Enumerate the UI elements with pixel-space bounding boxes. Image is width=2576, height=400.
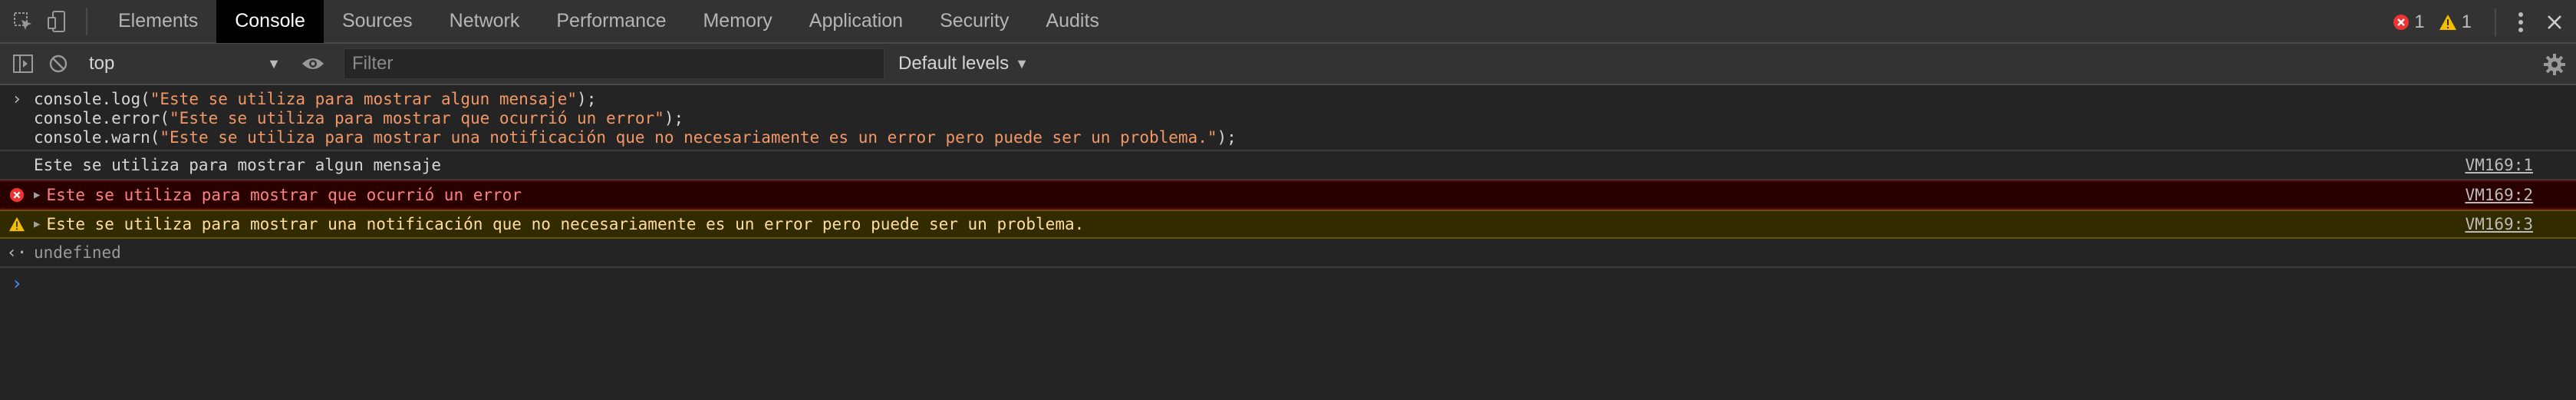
tab-sources[interactable]: Sources [324,0,431,43]
prompt-chevron-icon: › [11,273,23,294]
return-value-text: undefined [34,243,121,262]
source-link[interactable]: VM169:2 [2465,186,2533,204]
close-icon[interactable] [2539,7,2570,38]
log-levels-label: Default levels [898,53,1010,74]
context-value: top [89,53,115,74]
tab-memory[interactable]: Memory [684,0,790,43]
console-input-entry: › console.log("Este se utiliza para most… [0,85,2576,151]
log-message-text: Este se utiliza para mostrar algun mensa… [34,156,442,174]
warning-count: 1 [2461,11,2472,32]
code-line: console.error("Este se utiliza para most… [34,109,684,127]
device-toolbar-icon[interactable] [41,6,72,37]
toolbar-divider [86,7,87,35]
warning-message-text: Este se utiliza para mostrar una notific… [46,215,1085,233]
return-value-entry: ‹· undefined [0,239,2576,268]
console-toolbar: top ▼ Default levels ▼ [0,44,2576,85]
warning-icon [2439,14,2456,30]
chevron-down-icon: ▼ [1015,55,1029,71]
console-prompt[interactable]: › [0,268,2576,299]
tab-security[interactable]: Security [921,0,1027,43]
log-levels-dropdown[interactable]: Default levels ▼ [898,53,1029,74]
error-count: 1 [2414,11,2425,32]
console-output: › console.log("Este se utiliza para most… [0,85,2576,299]
tab-application[interactable]: Application [791,0,921,43]
inspect-element-icon[interactable] [8,6,38,37]
more-options-icon[interactable] [2505,7,2536,38]
gear-icon[interactable] [2539,49,2570,80]
error-icon [9,187,25,203]
tab-audits[interactable]: Audits [1027,0,1117,43]
warning-message[interactable]: ▶ Este se utiliza para mostrar una notif… [0,210,2576,239]
tab-elements[interactable]: Elements [100,0,216,43]
tab-console[interactable]: Console [216,0,324,43]
clear-console-icon[interactable] [43,48,74,79]
return-arrow-icon: ‹· [6,243,28,263]
log-message: Este se utiliza para mostrar algun mensa… [0,151,2576,180]
source-link[interactable]: VM169:1 [2465,156,2533,174]
code-line: console.warn("Este se utiliza para mostr… [34,128,1237,147]
toolbar-right: 1 1 [2393,0,2576,44]
eye-icon[interactable] [298,48,328,79]
toolbar-divider [2495,8,2496,36]
error-counter[interactable]: 1 [2393,11,2425,33]
context-selector[interactable]: top ▼ [80,48,287,79]
error-message-text: Este se utiliza para mostrar que ocurrió… [46,186,522,204]
tab-performance[interactable]: Performance [538,0,684,43]
filter-input[interactable] [344,48,884,79]
prompt-input[interactable] [34,272,2576,295]
expand-triangle-icon[interactable]: ▶ [34,218,40,230]
chevron-down-icon: ▼ [267,55,281,71]
expand-triangle-icon[interactable]: ▶ [34,189,40,201]
devtools-toolbar: Elements Console Sources Network Perform… [0,0,2576,44]
chevron-right-icon: › [12,90,22,109]
sidebar-toggle-icon[interactable] [8,48,38,79]
tab-network[interactable]: Network [431,0,539,43]
warning-counter[interactable]: 1 [2439,12,2472,33]
error-icon [2393,14,2410,30]
panel-tabs: Elements Console Sources Network Perform… [100,0,1118,43]
warning-icon [9,217,25,232]
code-line: console.log("Este se utiliza para mostra… [34,90,597,108]
error-message[interactable]: ▶ Este se utiliza para mostrar que ocurr… [0,180,2576,210]
input-code: console.log("Este se utiliza para mostra… [34,90,1237,147]
source-link[interactable]: VM169:3 [2465,215,2533,233]
